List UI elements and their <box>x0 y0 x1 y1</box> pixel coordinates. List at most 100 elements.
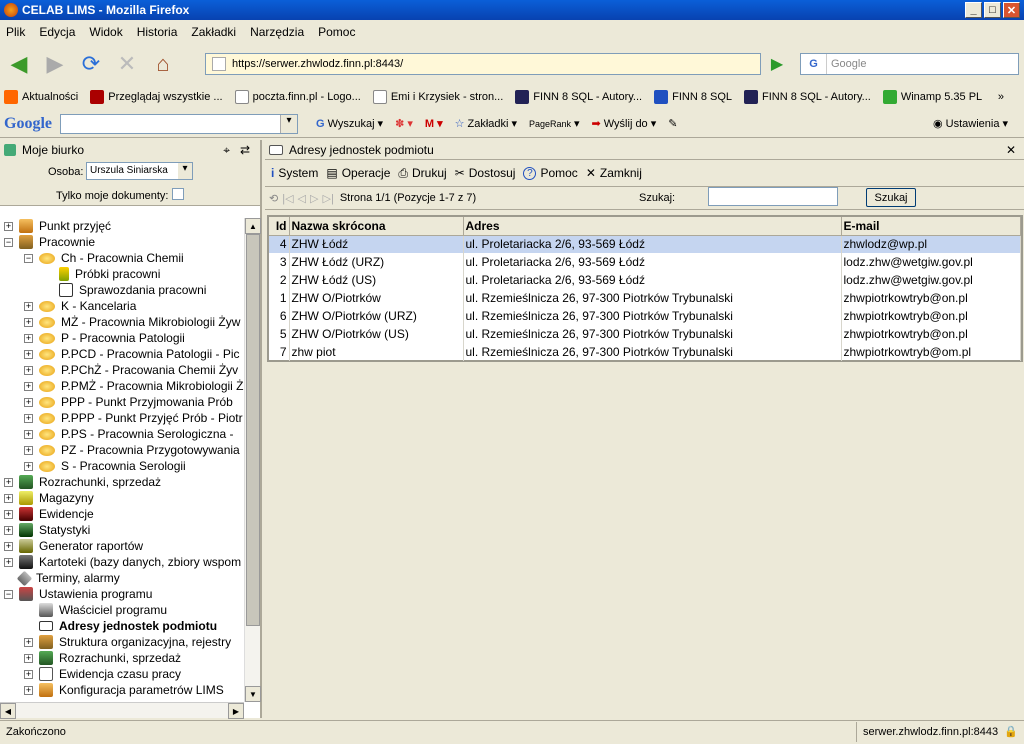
print-button[interactable]: ⎙ Drukuj <box>398 166 446 181</box>
expand-icon[interactable]: + <box>24 397 33 407</box>
expand-icon[interactable]: + <box>24 429 33 439</box>
expand-icon[interactable]: + <box>24 461 33 471</box>
scroll-left-icon[interactable]: ◀ <box>0 703 16 719</box>
bookmark-przegladaj[interactable]: Przeglądaj wszystkie ... <box>90 90 223 104</box>
scroll-right-icon[interactable]: ▶ <box>228 703 244 719</box>
tree-item[interactable]: + Rozrachunki, sprzedaż <box>0 474 244 490</box>
gmail-icon[interactable]: M ▾ <box>425 117 443 130</box>
bookmark-finn3[interactable]: FINN 8 SQL - Autory... <box>744 90 871 104</box>
tree-item[interactable]: Właściciel programu <box>0 602 244 618</box>
expand-icon[interactable]: + <box>24 381 33 391</box>
expand-icon[interactable]: + <box>24 653 33 663</box>
menu-historia[interactable]: Historia <box>137 25 178 39</box>
only-mine-checkbox[interactable] <box>172 188 184 200</box>
tree-item[interactable]: + Struktura organizacyjna, rejestry <box>0 634 244 650</box>
tree-item[interactable]: + PPP - Punkt Przyjmowania Prób <box>0 394 244 410</box>
close-button[interactable]: ✕ Zamknij <box>586 166 642 180</box>
expand-icon[interactable]: + <box>24 445 33 455</box>
table-search-button[interactable]: Szukaj <box>866 188 916 207</box>
next-page-icon[interactable]: ▷ <box>310 192 318 205</box>
tree-item[interactable]: Próbki pracowni <box>0 266 244 282</box>
table-row[interactable]: 3 ZHW Łódź (URZ) ul. Proletariacka 2/6, 93… <box>269 253 1021 271</box>
expand-icon[interactable]: + <box>24 349 33 359</box>
first-page-icon[interactable]: |◁ <box>282 192 293 205</box>
tree-item[interactable]: + Konfiguracja parametrów LIMS <box>0 682 244 698</box>
google-toolbar-input[interactable] <box>60 113 298 134</box>
expand-icon[interactable]: + <box>24 317 33 327</box>
tree-item[interactable]: + Punkt przyjęć <box>0 218 244 234</box>
expand-icon[interactable]: + <box>24 413 33 423</box>
search-engine-icon[interactable]: G <box>801 54 827 74</box>
close-panel-icon[interactable]: ✕ <box>1006 143 1016 157</box>
table-search-input[interactable] <box>708 187 838 206</box>
scroll-up-icon[interactable]: ▲ <box>245 218 261 234</box>
menu-narzedzia[interactable]: Narzędzia <box>250 25 304 39</box>
bookmark-aktualnosci[interactable]: Aktualności <box>4 90 78 104</box>
customize-button[interactable]: ✂ Dostosuj <box>455 166 516 180</box>
refresh-icon[interactable]: ⟲ <box>269 192 278 205</box>
expand-icon[interactable]: + <box>4 221 13 231</box>
table-row[interactable]: 4 ZHW Łódź ul. Proletariacka 2/6, 93-569 Ł… <box>269 235 1021 253</box>
prev-page-icon[interactable]: ◁ <box>298 192 306 205</box>
column-header-address[interactable]: Adres <box>463 217 842 236</box>
tree-horizontal-scrollbar[interactable]: ◀ ▶ <box>0 702 244 719</box>
pagerank-indicator[interactable]: PageRank ▾ <box>529 117 580 130</box>
google-gadgets-icon[interactable]: ✽ ▾ <box>395 117 413 130</box>
home-icon[interactable]: ⌂ <box>148 49 178 79</box>
tree-item[interactable]: + Statystyki <box>0 522 244 538</box>
menu-edycja[interactable]: Edycja <box>39 25 75 39</box>
tree-item[interactable]: + S - Pracownia Serologii <box>0 458 244 474</box>
google-search-button[interactable]: G Wyszukaj ▾ <box>316 117 383 131</box>
minimize-button[interactable]: _ <box>965 2 982 18</box>
tree-vertical-scrollbar[interactable]: ▲ ▼ <box>244 218 261 702</box>
collapse-icon[interactable]: − <box>4 237 13 247</box>
tree-item[interactable]: − Pracownie <box>0 234 244 250</box>
expand-icon[interactable]: + <box>24 685 33 695</box>
tree-item[interactable]: − Ch - Pracownia Chemii <box>0 250 244 266</box>
expand-icon[interactable]: + <box>4 525 13 535</box>
expand-icon[interactable]: + <box>4 477 13 487</box>
tree-item[interactable]: + Ewidencje <box>0 506 244 522</box>
tree-item[interactable]: + P.PChŻ - Pracowania Chemii Żyv <box>0 362 244 378</box>
tree-item[interactable]: + Rozrachunki, sprzedaż <box>0 650 244 666</box>
expand-icon[interactable]: + <box>4 541 13 551</box>
table-row[interactable]: 6 ZHW O/Piotrków (URZ) ul. Rzemieślnicza 2… <box>269 307 1021 325</box>
collapse-icon[interactable]: − <box>24 253 33 263</box>
expand-icon[interactable]: + <box>4 493 13 503</box>
expand-icon[interactable]: + <box>4 509 13 519</box>
tree-item[interactable]: + Generator raportów <box>0 538 244 554</box>
google-settings-button[interactable]: ◉ Ustawienia ▾ <box>933 117 1008 131</box>
tree-item[interactable]: Adresy jednostek podmiotu <box>0 618 244 634</box>
forward-icon[interactable]: ▶ <box>40 49 70 79</box>
column-header-id[interactable]: Id <box>269 217 290 236</box>
tree-item[interactable]: + PZ - Pracownia Przygotowywania <box>0 442 244 458</box>
tree-item[interactable]: − Ustawienia programu <box>0 586 244 602</box>
reload-icon[interactable]: ⟳ <box>76 49 106 79</box>
back-icon[interactable]: ◀ <box>4 49 34 79</box>
pencil-icon[interactable]: ✎ <box>668 117 677 130</box>
tree-item[interactable]: + P.PCD - Pracownia Patologii - Pic <box>0 346 244 362</box>
bookmark-finn1[interactable]: FINN 8 SQL - Autory... <box>515 90 642 104</box>
column-header-email[interactable]: E-mail <box>841 217 1021 236</box>
stop-icon[interactable]: ✕ <box>112 49 142 79</box>
table-row[interactable]: 5 ZHW O/Piotrków (US) ul. Rzemieślnicza 26… <box>269 325 1021 343</box>
browser-search-input[interactable]: G Google <box>800 53 1019 75</box>
expand-icon[interactable]: + <box>24 365 33 375</box>
expand-icon[interactable]: + <box>24 301 33 311</box>
help-button[interactable]: ? Pomoc <box>523 166 578 180</box>
menu-widok[interactable]: Widok <box>89 25 122 39</box>
bookmark-winamp[interactable]: Winamp 5.35 PL <box>882 90 982 104</box>
scroll-thumb[interactable] <box>246 234 260 626</box>
system-menu[interactable]: i System <box>271 166 318 180</box>
tree-item[interactable]: + P.PMŻ - Pracownia Mikrobiologii Ż <box>0 378 244 394</box>
tree-item[interactable]: Sprawozdania pracowni <box>0 282 244 298</box>
person-select[interactable]: Urszula Siniarska ▾ <box>86 162 193 180</box>
table-row[interactable]: 1 ZHW O/Piotrków ul. Rzemieślnicza 26, 97-… <box>269 289 1021 307</box>
scroll-down-icon[interactable]: ▼ <box>245 686 261 702</box>
tree-item[interactable]: + K - Kancelaria <box>0 298 244 314</box>
expand-icon[interactable]: + <box>24 333 33 343</box>
tree-item[interactable]: Terminy, alarmy <box>0 570 244 586</box>
menu-zakladki[interactable]: Zakładki <box>191 25 236 39</box>
bookmark-poczta[interactable]: poczta.finn.pl - Logo... <box>234 90 361 104</box>
operations-menu[interactable]: ▤ Operacje <box>326 166 390 180</box>
